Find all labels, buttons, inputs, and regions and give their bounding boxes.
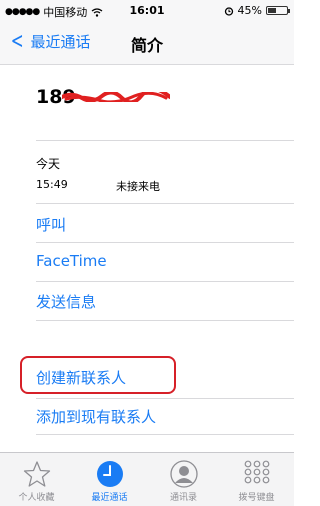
- battery-icon: [266, 6, 290, 15]
- tab-label: 最近通话: [91, 493, 128, 503]
- contacts-icon: [169, 460, 198, 488]
- divider: [36, 281, 294, 282]
- status-bar: ●●●●● 中国移动 16:01 45%: [0, 0, 294, 20]
- divider: [36, 242, 294, 243]
- status-right: 45%: [224, 4, 290, 17]
- redaction-scribble: [62, 92, 170, 102]
- add-to-existing-contact-button[interactable]: 添加到现有联系人: [36, 406, 156, 427]
- keypad-icon: [244, 460, 269, 484]
- divider: [36, 203, 294, 204]
- send-message-button[interactable]: 发送信息: [36, 291, 96, 312]
- tab-bar: 个人收藏 最近通话 通讯录 拨号键盘: [0, 452, 294, 506]
- create-new-contact-button[interactable]: 创建新联系人: [36, 367, 126, 388]
- call-status: 未接来电: [116, 180, 160, 193]
- nav-bar: < 最近通话 简介: [0, 20, 294, 65]
- battery-percent: 45%: [237, 4, 262, 17]
- tab-keypad[interactable]: 拨号键盘: [220, 453, 293, 506]
- divider: [36, 140, 294, 141]
- call-time: 15:49: [36, 178, 68, 191]
- battery-fill: [268, 8, 277, 13]
- divider: [36, 434, 294, 435]
- tab-label: 拨号键盘: [238, 493, 275, 503]
- tab-label: 通讯录: [169, 493, 197, 503]
- tab-contacts[interactable]: 通讯录: [147, 453, 220, 506]
- facetime-button[interactable]: FaceTime: [36, 252, 107, 270]
- chevron-left-icon: <: [10, 28, 24, 54]
- back-button[interactable]: < 最近通话: [8, 28, 91, 54]
- call-date: 今天: [36, 157, 61, 171]
- back-button-label: 最近通话: [30, 33, 91, 51]
- star-icon: [23, 461, 50, 487]
- divider: [36, 398, 294, 399]
- alarm-icon: [224, 6, 233, 16]
- divider: [36, 320, 294, 321]
- call-button[interactable]: 呼叫: [36, 214, 66, 235]
- tab-label: 个人收藏: [18, 493, 55, 503]
- tab-recents[interactable]: 最近通话: [73, 453, 146, 506]
- clock-icon: [96, 461, 123, 487]
- tab-favorites[interactable]: 个人收藏: [0, 453, 73, 506]
